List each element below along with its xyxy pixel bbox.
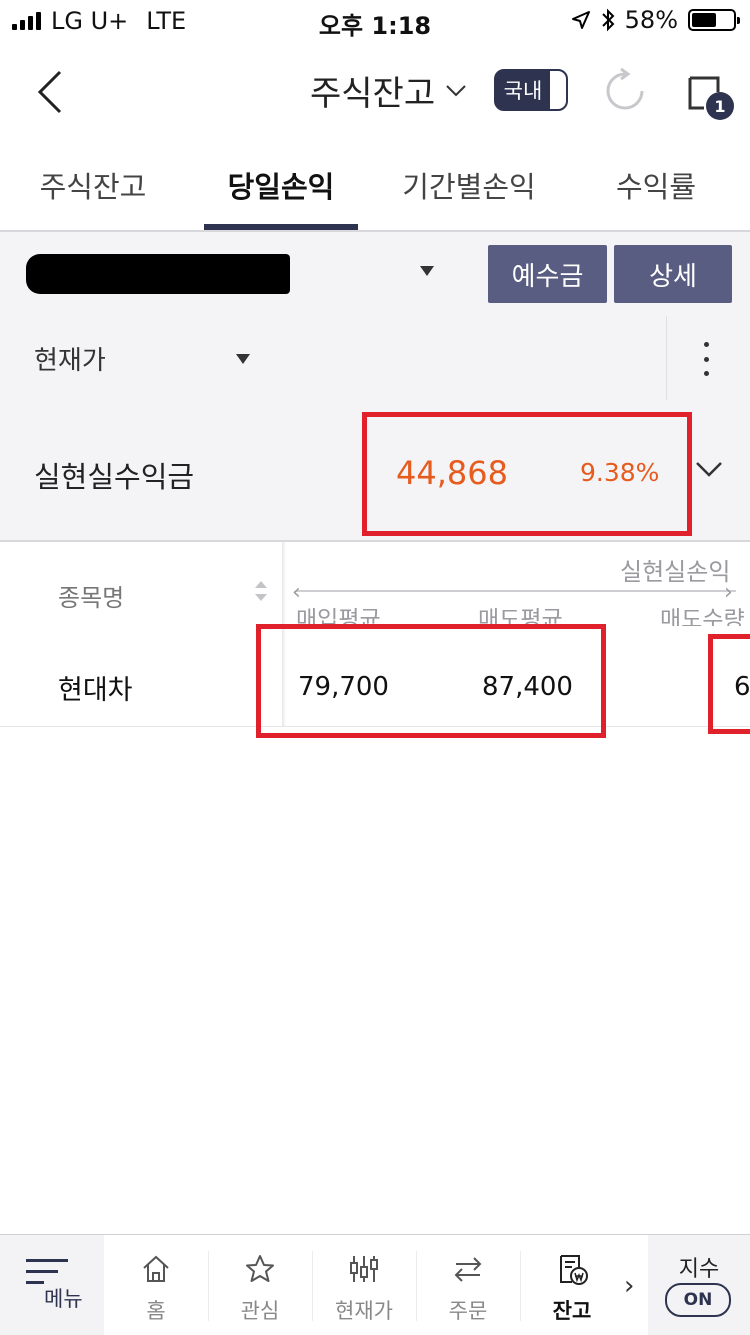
tab-stock-balance[interactable]: 주식잔고: [0, 140, 186, 230]
market-toggle[interactable]: 국내: [494, 69, 568, 111]
star-icon: [246, 1255, 274, 1282]
price-selector-row: 현재가: [0, 316, 750, 401]
exchange-icon: [454, 1257, 482, 1282]
more-options-icon[interactable]: [702, 342, 710, 376]
chevron-down-icon: [446, 84, 466, 96]
tab-bar: 주식잔고 당일손익 기간별손익 수익률: [0, 140, 750, 232]
menu-label: 메뉴: [44, 1287, 83, 1311]
battery-icon: [688, 9, 740, 31]
group-header: 실현실손익: [620, 558, 731, 586]
tab-return-rate[interactable]: 수익률: [562, 140, 750, 230]
column-header-name[interactable]: 종목명: [58, 578, 124, 613]
candlestick-icon: [350, 1256, 378, 1282]
column-header-sell-qty: 매도수량: [660, 607, 745, 626]
group-header-line: [296, 590, 736, 592]
tab-daily-pnl[interactable]: 당일손익: [186, 140, 376, 230]
nav-order-label: 주문: [448, 1299, 488, 1323]
stock-name[interactable]: 현대차: [58, 668, 133, 707]
active-tab-indicator: [204, 224, 358, 230]
nav-balance[interactable]: 잔고: [520, 1235, 624, 1335]
highlight-box: [362, 412, 692, 536]
sort-icon[interactable]: [254, 578, 268, 604]
highlight-box: [256, 624, 606, 738]
index-toggle-cell[interactable]: 지수 ON: [648, 1235, 750, 1335]
index-on-toggle[interactable]: ON: [665, 1283, 731, 1317]
chevron-right-icon[interactable]: ›: [624, 1271, 634, 1301]
nav-current-price[interactable]: 현재가: [312, 1235, 416, 1335]
detail-button[interactable]: 상세: [614, 245, 732, 303]
nav-watchlist[interactable]: 관심: [208, 1235, 312, 1335]
account-selector-row: 예수금 상세: [0, 232, 750, 317]
column-header-sell-avg: 매도평균: [478, 607, 563, 626]
refresh-icon[interactable]: [604, 68, 646, 114]
summary-label: 실현실수익금: [34, 460, 195, 494]
column-header-buy-avg: 매입평균: [296, 607, 381, 626]
app-header: 주식잔고 국내 1: [0, 44, 750, 140]
location-icon: [571, 11, 590, 29]
market-toggle-label: 국내: [496, 71, 550, 109]
nav-watchlist-label: 관심: [240, 1299, 280, 1323]
notification-badge: 1: [706, 92, 734, 120]
pnl-summary: 실현실수익금 44,868 9.38%: [0, 400, 750, 542]
price-dropdown-icon[interactable]: [236, 354, 250, 364]
price-type-select[interactable]: 현재가: [34, 340, 106, 377]
title-dropdown[interactable]: 주식잔고: [310, 66, 467, 115]
account-number-redacted[interactable]: [26, 254, 290, 294]
menu-button[interactable]: 메뉴: [0, 1235, 104, 1335]
balance-icon: [560, 1255, 588, 1285]
home-icon: [143, 1255, 169, 1282]
bluetooth-icon: [601, 8, 615, 32]
battery-percent: 58%: [624, 6, 678, 34]
status-right: 58%: [571, 6, 740, 34]
account-dropdown-icon[interactable]: [420, 266, 434, 276]
deposit-button[interactable]: 예수금: [488, 245, 607, 303]
index-label: 지수: [678, 1257, 720, 1282]
nav-order[interactable]: 주문: [416, 1235, 520, 1335]
bottom-navigation: 메뉴 홈 관심 현재가 주문 잔고 › 지수 ON: [0, 1234, 750, 1335]
tab-period-pnl[interactable]: 기간별손익: [376, 140, 562, 230]
back-arrow-icon[interactable]: [30, 68, 70, 116]
nav-home-label: 홈: [146, 1299, 166, 1323]
nav-current-price-label: 현재가: [335, 1299, 393, 1323]
nav-balance-label: 잔고: [552, 1299, 592, 1323]
expand-chevron-icon[interactable]: [694, 458, 724, 482]
divider: [666, 316, 667, 400]
page-title: 주식잔고: [310, 74, 436, 114]
status-bar: LG U+ LTE 오후 1:18 58%: [0, 0, 750, 44]
highlight-box: [708, 634, 750, 734]
nav-home[interactable]: 홈: [104, 1235, 208, 1335]
